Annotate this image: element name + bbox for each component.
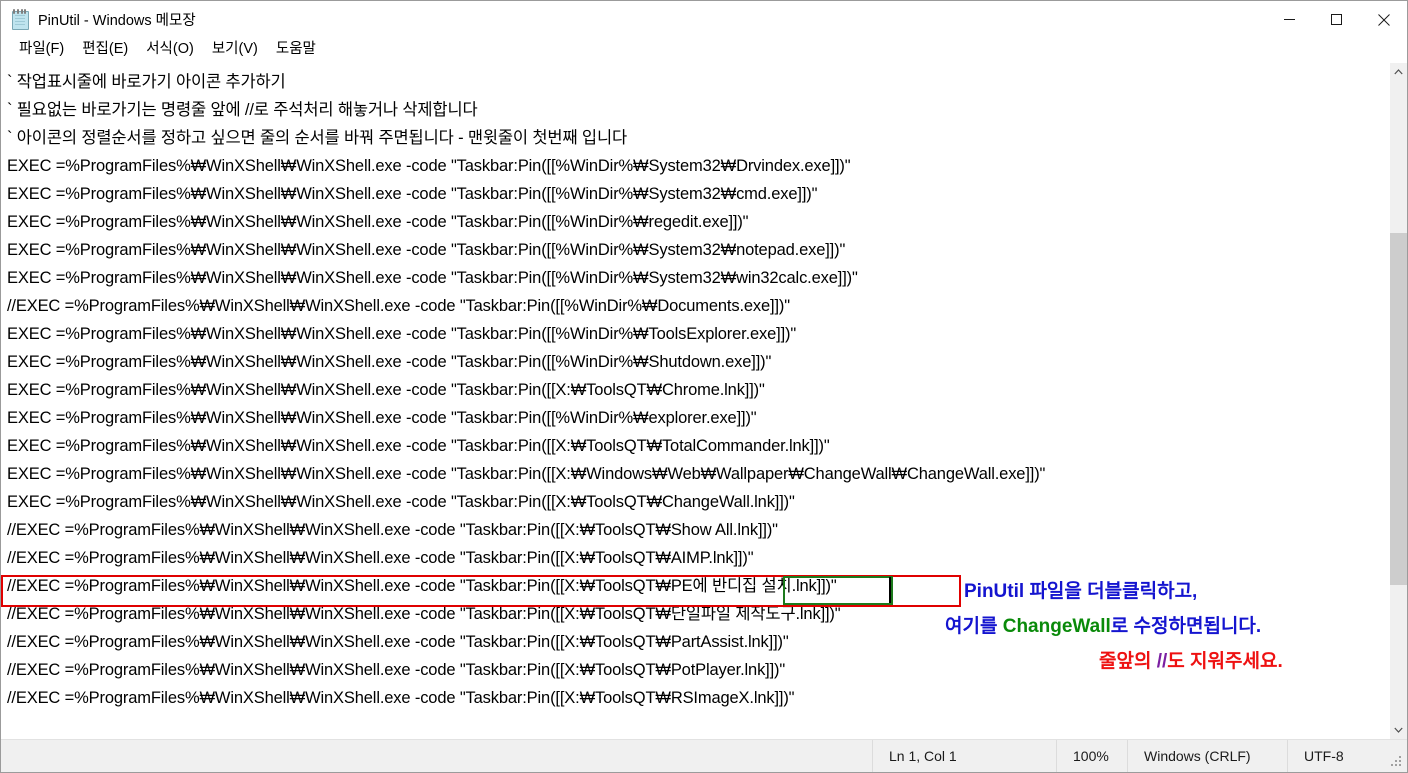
- menu-help[interactable]: 도움말: [267, 40, 325, 60]
- annotation-segment: 여기를: [945, 616, 1003, 637]
- status-spacer: [1, 740, 872, 772]
- editor-line: //EXEC =%ProgramFiles%₩WinXShell₩WinXShe…: [7, 297, 790, 315]
- notepad-window: PinUtil - Windows 메모장 파일(F) 편집(E) 서식(O) …: [0, 0, 1408, 773]
- editor-line: //EXEC =%ProgramFiles%₩WinXShell₩WinXShe…: [7, 689, 795, 707]
- menu-file[interactable]: 파일(F): [10, 40, 73, 60]
- notepad-icon: [10, 8, 30, 30]
- caption-buttons: [1266, 1, 1407, 38]
- annotation-segment: //: [1156, 651, 1168, 672]
- editor-line: EXEC =%ProgramFiles%₩WinXShell₩WinXShell…: [7, 213, 749, 231]
- annotation-segment: 줄앞의: [1099, 651, 1157, 672]
- text-caret: [889, 577, 891, 603]
- annotation-line-3: 줄앞의 //도 지워주세요.: [1099, 646, 1283, 673]
- minimize-button[interactable]: [1266, 1, 1313, 38]
- menu-format[interactable]: 서식(O): [137, 40, 203, 60]
- editor-line: EXEC =%ProgramFiles%₩WinXShell₩WinXShell…: [7, 465, 1046, 483]
- window-title: PinUtil - Windows 메모장: [38, 13, 196, 29]
- editor-line: ` 필요없는 바로가기는 명령줄 앞에 //로 주석처리 해놓거나 삭제합니다: [7, 101, 478, 119]
- annotation-segment: PinUtil: [964, 581, 1025, 602]
- annotation-line-1: PinUtil 파일을 더블클릭하고,: [964, 576, 1197, 603]
- vertical-scrollbar[interactable]: [1389, 63, 1407, 739]
- annotation-segment: 로 수정하면됩니다.: [1110, 616, 1262, 637]
- resize-grip[interactable]: [1391, 756, 1403, 768]
- status-bar: Ln 1, Col 1 100% Windows (CRLF) UTF-8: [1, 739, 1407, 772]
- editor-line: EXEC =%ProgramFiles%₩WinXShell₩WinXShell…: [7, 185, 818, 203]
- editor-line: //EXEC =%ProgramFiles%₩WinXShell₩WinXShe…: [7, 521, 778, 539]
- close-icon: [1377, 13, 1390, 26]
- annotation-segment: ChangeWall: [1002, 616, 1111, 637]
- editor-line: EXEC =%ProgramFiles%₩WinXShell₩WinXShell…: [7, 493, 795, 511]
- maximize-button[interactable]: [1313, 1, 1360, 38]
- status-zoom[interactable]: 100%: [1056, 740, 1127, 772]
- status-position: Ln 1, Col 1: [872, 740, 1056, 772]
- editor-line: EXEC =%ProgramFiles%₩WinXShell₩WinXShell…: [7, 269, 858, 287]
- menu-view[interactable]: 보기(V): [203, 40, 267, 60]
- editor-line: EXEC =%ProgramFiles%₩WinXShell₩WinXShell…: [7, 437, 830, 455]
- editor-line: EXEC =%ProgramFiles%₩WinXShell₩WinXShell…: [7, 409, 757, 427]
- status-line-ending[interactable]: Windows (CRLF): [1127, 740, 1287, 772]
- menu-bar: 파일(F) 편집(E) 서식(O) 보기(V) 도움말: [1, 38, 1407, 62]
- annotation-segment: 파일을 더블클릭하고,: [1024, 581, 1198, 602]
- chevron-down-icon: [1394, 727, 1403, 733]
- editor-line: ` 작업표시줄에 바로가기 아이콘 추가하기: [7, 73, 286, 91]
- chevron-up-icon: [1394, 69, 1403, 75]
- status-encoding[interactable]: UTF-8: [1287, 740, 1407, 772]
- title-bar: PinUtil - Windows 메모장: [1, 1, 1407, 38]
- editor-line: ` 아이콘의 정렬순서를 정하고 싶으면 줄의 순서를 바꿔 주면됩니다 - 맨…: [7, 129, 628, 147]
- editor-area: ` 작업표시줄에 바로가기 아이콘 추가하기 ` 필요없는 바로가기는 명령줄 앞…: [1, 62, 1407, 739]
- editor-line: EXEC =%ProgramFiles%₩WinXShell₩WinXShell…: [7, 241, 846, 259]
- maximize-icon: [1331, 14, 1342, 25]
- scroll-down-button[interactable]: [1390, 721, 1407, 739]
- editor-line: EXEC =%ProgramFiles%₩WinXShell₩WinXShell…: [7, 157, 851, 175]
- annotation-segment: 도 지워주세요.: [1167, 651, 1283, 672]
- close-button[interactable]: [1360, 1, 1407, 38]
- editor-line: EXEC =%ProgramFiles%₩WinXShell₩WinXShell…: [7, 381, 765, 399]
- scrollbar-thumb[interactable]: [1390, 233, 1407, 585]
- editor-line: EXEC =%ProgramFiles%₩WinXShell₩WinXShell…: [7, 325, 797, 343]
- editor-line: EXEC =%ProgramFiles%₩WinXShell₩WinXShell…: [7, 353, 772, 371]
- scroll-up-button[interactable]: [1390, 63, 1407, 81]
- annotation-line-2: 여기를 ChangeWall로 수정하면됩니다.: [945, 611, 1261, 638]
- editor-line: //EXEC =%ProgramFiles%₩WinXShell₩WinXShe…: [7, 549, 754, 567]
- minimize-icon: [1284, 19, 1295, 20]
- menu-edit[interactable]: 편집(E): [73, 40, 137, 60]
